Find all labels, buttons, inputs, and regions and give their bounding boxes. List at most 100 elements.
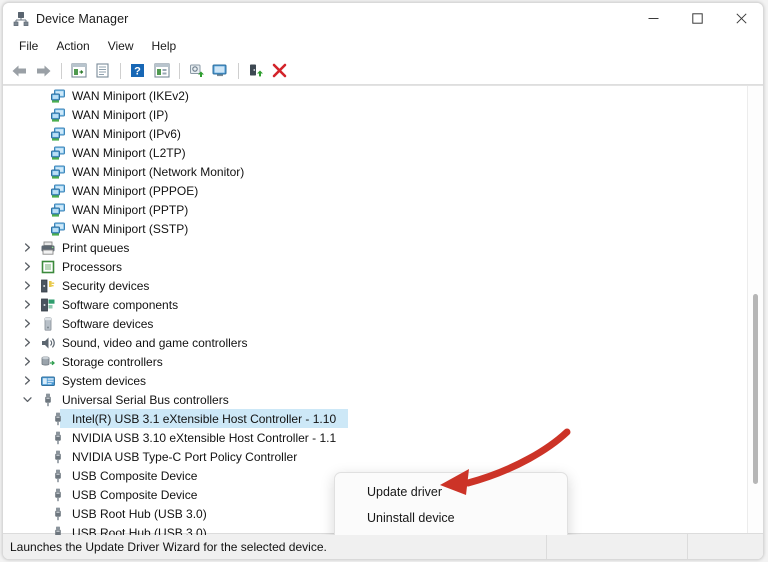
toolbar: ? [3,57,763,85]
device-tree-row-label: Software devices [62,316,154,331]
storage-controller-icon [40,354,56,370]
device-tree-row[interactable]: WAN Miniport (IKEv2) [3,86,763,105]
chevron-right-icon[interactable] [21,260,34,273]
network-adapter-icon [50,88,66,104]
menu-help[interactable]: Help [143,37,186,55]
device-tree-row-label: Sound, video and game controllers [62,335,248,350]
device-tree-row-label: WAN Miniport (SSTP) [72,221,189,236]
network-adapter-icon [50,183,66,199]
minimize-button[interactable] [631,3,675,34]
device-tree-row[interactable]: Intel(R) USB 3.1 eXtensible Host Control… [3,409,763,428]
menu-bar: File Action View Help [3,34,763,57]
device-tree-row-label: WAN Miniport (PPPOE) [72,183,199,198]
device-tree-row[interactable]: WAN Miniport (PPPOE) [3,181,763,200]
device-tree-row-label: USB Root Hub (USB 3.0) [72,506,207,521]
help-icon[interactable]: ? [126,60,149,81]
device-tree-row[interactable]: WAN Miniport (PPTP) [3,200,763,219]
delete-icon[interactable] [268,60,291,81]
window-controls [631,3,763,34]
forward-icon[interactable] [32,60,55,81]
chevron-right-icon[interactable] [21,355,34,368]
device-tree-row[interactable]: WAN Miniport (IPv6) [3,124,763,143]
device-tree-row[interactable]: NVIDIA USB Type-C Port Policy Controller [3,447,763,466]
software-component-icon [40,297,56,313]
device-tree-row-label: Universal Serial Bus controllers [62,392,229,407]
device-tree-row-label: NVIDIA USB 3.10 eXtensible Host Controll… [72,430,337,445]
context-menu[interactable]: Update driver Uninstall device Scan for … [334,472,568,535]
network-adapter-icon [50,221,66,237]
toolbar-separator [238,62,239,79]
vertical-scrollbar[interactable] [747,86,763,535]
toolbar-separator [120,62,121,79]
uninstall-device-icon[interactable] [244,60,267,81]
scrollbar-thumb[interactable] [753,294,758,484]
network-adapter-icon [50,164,66,180]
toolbar-separator [179,62,180,79]
status-bar-segment [547,533,688,559]
device-tree-row[interactable]: Software components [3,295,763,314]
menu-file[interactable]: File [10,37,47,55]
chevron-down-icon[interactable] [21,393,34,406]
device-tree-row-label: WAN Miniport (L2TP) [72,145,186,160]
usb-icon [50,487,66,503]
status-bar-message: Launches the Update Driver Wizard for th… [3,533,547,559]
network-adapter-icon [50,202,66,218]
scan-for-hardware-changes-icon[interactable] [185,60,208,81]
device-tree-row[interactable]: WAN Miniport (L2TP) [3,143,763,162]
usb-icon [50,525,66,535]
system-device-icon [40,373,56,389]
usb-icon [50,411,66,427]
device-tree-row-label: Storage controllers [62,354,163,369]
show-hide-console-tree-icon[interactable] [67,60,90,81]
device-tree[interactable]: WAN Miniport (IKEv2) WAN Miniport (IP) WAN… [3,85,763,535]
back-icon[interactable] [8,60,31,81]
device-tree-row[interactable]: Storage controllers [3,352,763,371]
add-legacy-hardware-icon[interactable] [209,60,232,81]
chevron-right-icon[interactable] [21,279,34,292]
chevron-right-icon[interactable] [21,241,34,254]
device-tree-row-label: USB Root Hub (USB 3.0) [72,525,207,536]
device-tree-row-label: System devices [62,373,147,388]
update-driver-icon[interactable] [150,60,173,81]
device-tree-row[interactable]: Universal Serial Bus controllers [3,390,763,409]
chevron-right-icon[interactable] [21,298,34,311]
network-adapter-icon [50,107,66,123]
window-title: Device Manager [36,11,129,26]
device-tree-row[interactable]: Print queues [3,238,763,257]
device-tree-row[interactable]: Sound, video and game controllers [3,333,763,352]
device-tree-rows: WAN Miniport (IKEv2) WAN Miniport (IP) WAN… [3,86,763,535]
device-tree-row-label: Security devices [62,278,150,293]
menu-action[interactable]: Action [47,37,98,55]
device-tree-row[interactable]: WAN Miniport (SSTP) [3,219,763,238]
device-manager-icon [13,11,29,27]
chevron-right-icon[interactable] [21,374,34,387]
device-tree-row[interactable]: Processors [3,257,763,276]
device-tree-row[interactable]: Software devices [3,314,763,333]
device-tree-row-label: Intel(R) USB 3.1 eXtensible Host Control… [72,411,337,426]
usb-icon [40,392,56,408]
device-tree-row[interactable]: WAN Miniport (Network Monitor) [3,162,763,181]
device-tree-row-label: USB Composite Device [72,487,198,502]
device-tree-row-label: WAN Miniport (IKEv2) [72,88,189,103]
maximize-button[interactable] [675,3,719,34]
device-tree-row[interactable]: System devices [3,371,763,390]
device-manager-window: Device Manager File Action View Help ? W… [2,2,764,560]
software-device-icon [40,316,56,332]
device-tree-row-label: Software components [62,297,179,312]
device-tree-row[interactable]: NVIDIA USB 3.10 eXtensible Host Controll… [3,428,763,447]
status-bar-segment [688,534,763,560]
menu-view[interactable]: View [99,37,143,55]
context-menu-item-update-driver[interactable]: Update driver [335,479,567,505]
device-tree-row-label: WAN Miniport (PPTP) [72,202,189,217]
context-menu-item-uninstall-device[interactable]: Uninstall device [335,505,567,531]
properties-icon[interactable] [91,60,114,81]
chevron-right-icon[interactable] [21,336,34,349]
toolbar-separator [61,62,62,79]
device-tree-row[interactable]: WAN Miniport (IP) [3,105,763,124]
usb-icon [50,449,66,465]
close-button[interactable] [719,3,763,34]
chevron-right-icon[interactable] [21,317,34,330]
device-tree-row-label: NVIDIA USB Type-C Port Policy Controller [72,449,298,464]
device-tree-row[interactable]: Security devices [3,276,763,295]
processor-icon [40,259,56,275]
